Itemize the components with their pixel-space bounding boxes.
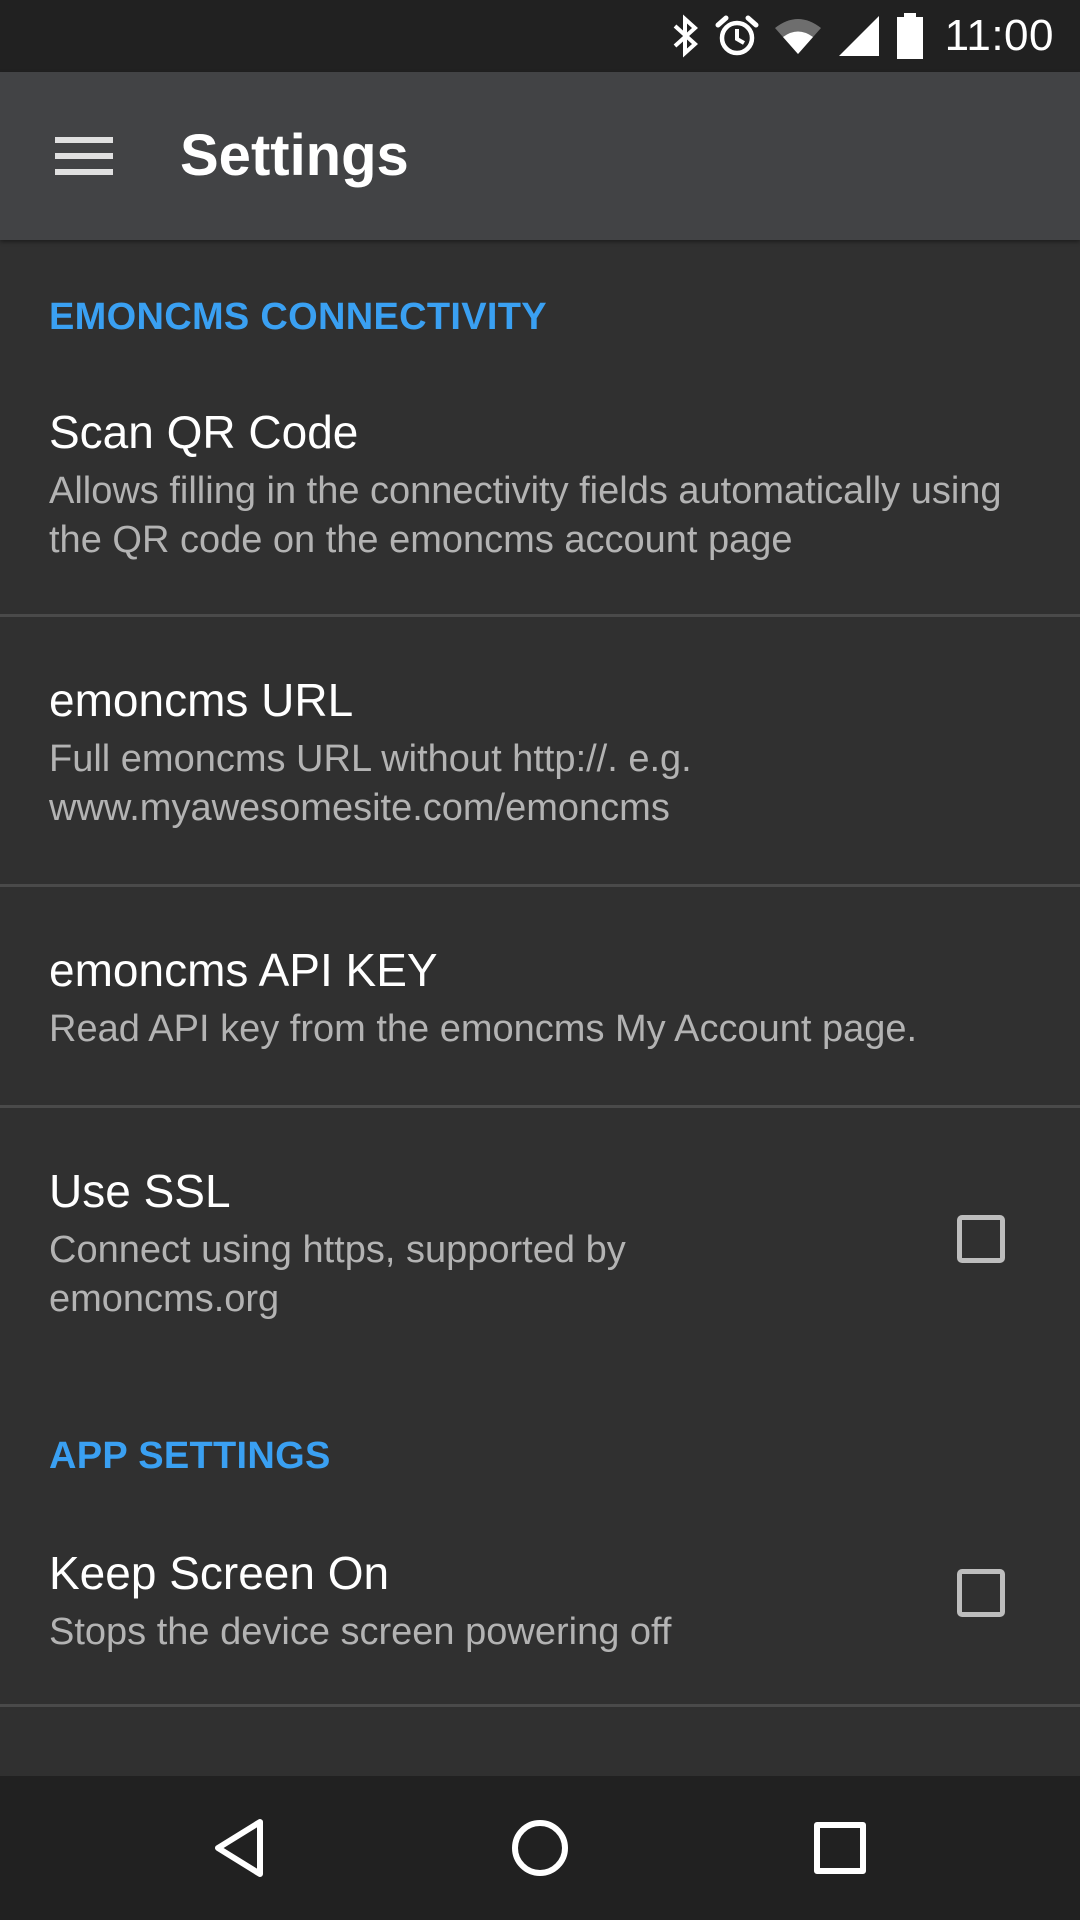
status-icons: 11:00 <box>671 0 1054 72</box>
home-icon[interactable] <box>480 1798 600 1898</box>
section-header-app-settings: APP SETTINGS <box>49 1435 331 1477</box>
pref-emoncms-api-key[interactable]: emoncms API KEY Read API key from the em… <box>0 887 1080 1105</box>
section-header-emoncms-connectivity: EMONCMS CONNECTIVITY <box>49 296 547 338</box>
cell-signal-icon <box>837 14 881 58</box>
app-toolbar: Settings <box>0 72 1080 240</box>
pref-summary: Allows filling in the connectivity field… <box>49 470 1002 561</box>
pref-summary: Full emoncms URL without http://. e.g. w… <box>49 738 692 829</box>
alarm-icon <box>715 14 759 58</box>
recents-icon[interactable] <box>780 1798 900 1898</box>
pref-title: Use SSL <box>49 1165 231 1217</box>
bluetooth-icon <box>671 14 701 58</box>
pref-title: Scan QR Code <box>49 406 359 458</box>
pref-scan-qr-code[interactable]: Scan QR Code Allows filling in the conne… <box>0 385 1080 615</box>
status-time: 11:00 <box>944 11 1054 60</box>
back-icon[interactable] <box>180 1798 300 1898</box>
pref-summary: Connect using https, supported by emoncm… <box>49 1229 626 1320</box>
pref-emoncms-url[interactable]: emoncms URL Full emoncms URL without htt… <box>0 617 1080 884</box>
pref-summary: Stops the device screen powering off <box>49 1611 672 1653</box>
wifi-icon <box>773 14 823 58</box>
pref-title: Keep Screen On <box>49 1547 390 1599</box>
settings-screen: 11:00 Settings EMONCMS CONNECTIVITY Scan… <box>0 0 1080 1920</box>
keep-screen-on-checkbox[interactable] <box>957 1569 1005 1617</box>
pref-summary: Read API key from the emoncms My Account… <box>49 1008 918 1050</box>
divider <box>0 1704 1080 1707</box>
pref-use-ssl[interactable]: Use SSL Connect using https, supported b… <box>0 1108 1080 1368</box>
hamburger-menu-icon[interactable] <box>28 104 140 208</box>
status-bar: 11:00 <box>0 0 1080 72</box>
use-ssl-checkbox[interactable] <box>957 1215 1005 1263</box>
page-title: Settings <box>180 123 409 188</box>
system-nav-bar <box>0 1776 1080 1920</box>
pref-title: emoncms API KEY <box>49 944 438 996</box>
battery-icon <box>895 13 925 59</box>
pref-keep-screen-on[interactable]: Keep Screen On Stops the device screen p… <box>0 1510 1080 1704</box>
pref-title: emoncms URL <box>49 674 354 726</box>
